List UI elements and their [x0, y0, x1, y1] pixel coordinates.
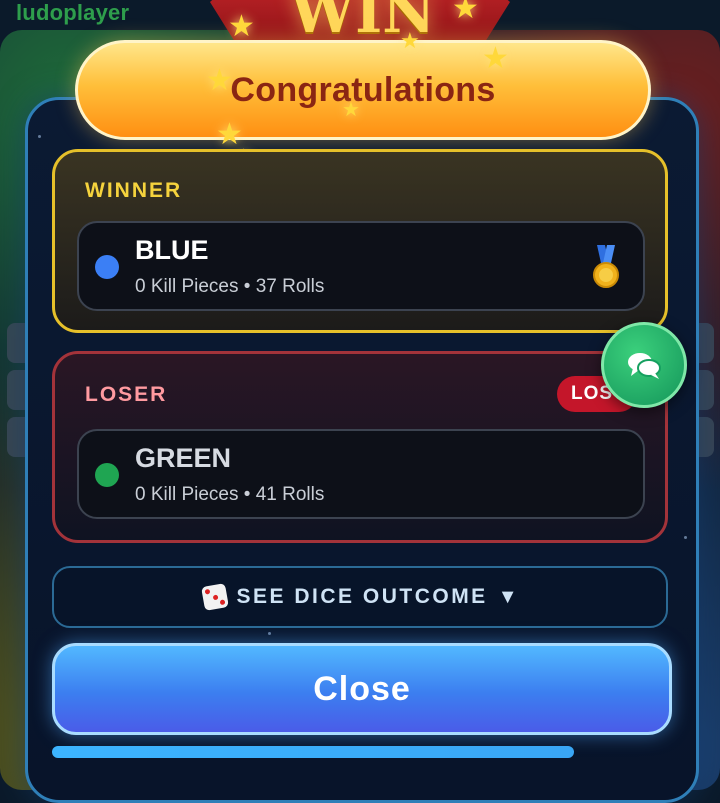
- progress-fill: [52, 746, 574, 758]
- star-icon: ★: [452, 0, 479, 25]
- star-icon: ★: [482, 42, 509, 75]
- loser-player-stats: 0 Kill Pieces • 41 Rolls: [135, 484, 325, 505]
- see-dice-outcome-button[interactable]: SEE DICE OUTCOME ▼: [52, 566, 668, 628]
- winner-label: WINNER: [85, 179, 183, 202]
- close-button[interactable]: Close: [52, 643, 672, 735]
- star-icon: ★: [400, 28, 420, 53]
- player-color-dot: [95, 463, 119, 487]
- winner-player-row: BLUE 0 Kill Pieces • 37 Rolls: [77, 221, 645, 311]
- modal-title: Congratulations: [230, 70, 496, 109]
- star-icon: ★: [206, 64, 233, 97]
- winner-card: WINNER BLUE 0 Kill Pieces • 37 Rolls: [52, 149, 668, 333]
- winner-player-name: BLUE: [135, 235, 209, 265]
- loser-label: LOSER: [85, 383, 168, 406]
- progress-bar: [52, 746, 666, 758]
- star-icon: ★: [228, 10, 255, 43]
- medal-icon: [593, 245, 619, 288]
- player-color-dot: [95, 255, 119, 279]
- star-icon: ★: [342, 99, 360, 121]
- loser-player-row: GREEN 0 Kill Pieces • 41 Rolls: [77, 429, 645, 519]
- loser-player-name: GREEN: [135, 443, 232, 473]
- dice-icon: [200, 583, 229, 611]
- winner-player-stats: 0 Kill Pieces • 37 Rolls: [135, 276, 325, 297]
- chat-bubbles-icon: [628, 353, 661, 379]
- chevron-down-icon: ▼: [497, 585, 518, 608]
- dice-outcome-label: SEE DICE OUTCOME: [236, 585, 488, 608]
- congratulations-banner: Congratulations: [75, 40, 651, 140]
- chat-button[interactable]: [601, 322, 687, 408]
- loser-card: LOSER LOST GREEN 0 Kill Pieces • 41 Roll…: [52, 351, 668, 543]
- app-logo: ludoplayer: [16, 0, 130, 25]
